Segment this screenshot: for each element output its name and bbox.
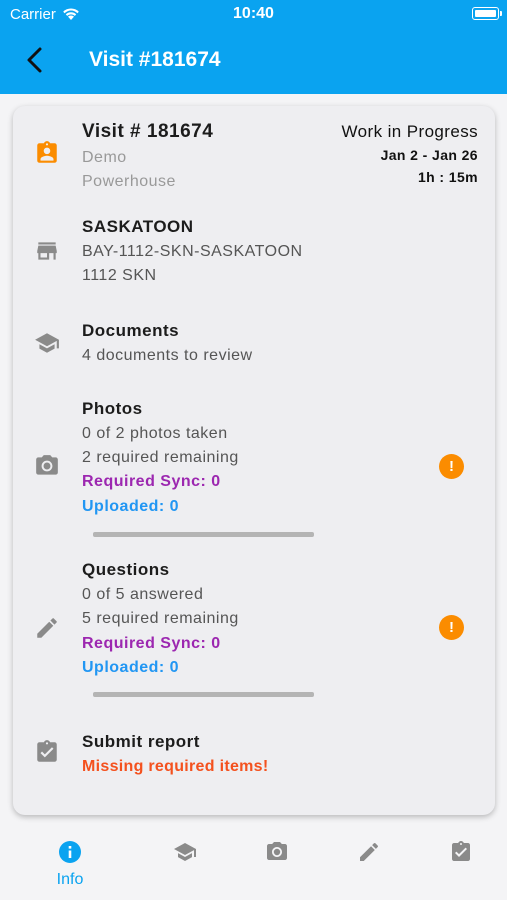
photos-warning-icon: ! <box>439 454 464 479</box>
school-icon[interactable] <box>34 330 60 356</box>
pencil-icon <box>360 842 379 861</box>
visit-dates: Jan 2 - Jan 26 <box>380 147 478 163</box>
questions-required-sync: Required Sync: 0 <box>82 635 221 652</box>
tab-documents[interactable] <box>145 828 225 900</box>
tab-photos[interactable] <box>237 828 317 900</box>
documents-summary: 4 documents to review <box>82 347 253 364</box>
back-button[interactable] <box>22 46 50 74</box>
camera-icon <box>267 842 287 860</box>
clipboard-check-icon <box>452 841 470 861</box>
camera-icon[interactable] <box>34 453 60 479</box>
status-bar: Carrier 10:40 <box>0 0 507 30</box>
visit-status: Work in Progress <box>341 122 478 141</box>
tab-questions[interactable] <box>329 828 409 900</box>
info-icon <box>59 841 81 863</box>
client-name-line1: Demo <box>82 149 127 166</box>
photos-uploaded: Uploaded: 0 <box>82 498 180 515</box>
pencil-icon[interactable] <box>34 615 60 641</box>
tab-info-label: Info <box>56 871 84 888</box>
visit-duration: 1h : 15m <box>418 169 478 185</box>
battery-icon <box>472 7 502 20</box>
questions-warning-icon: ! <box>439 615 464 640</box>
location-line2: 1112 SKN <box>82 267 157 284</box>
visit-title: Visit # 181674 <box>82 121 214 142</box>
store-icon[interactable] <box>34 238 60 264</box>
location-line1: BAY-1112-SKN-SASKATOON <box>82 243 303 260</box>
questions-answered: 0 of 5 answered <box>82 586 204 603</box>
documents-title[interactable]: Documents <box>82 321 179 341</box>
school-icon <box>174 843 196 861</box>
bottom-tab-bar: Info <box>0 828 507 900</box>
app-header: Carrier 10:40 Visit #181674 <box>0 0 507 94</box>
badge-icon <box>37 141 57 163</box>
questions-required-remaining: 5 required remaining <box>82 610 239 627</box>
submit-missing-items: Missing required items! <box>82 758 269 775</box>
clipboard-check-icon[interactable] <box>34 739 60 765</box>
questions-uploaded: Uploaded: 0 <box>82 659 180 676</box>
photos-taken: 0 of 2 photos taken <box>82 425 228 442</box>
photos-title[interactable]: Photos <box>82 399 143 419</box>
photos-progress-bar <box>93 532 314 537</box>
photos-required-sync: Required Sync: 0 <box>82 473 221 490</box>
photos-required-remaining: 2 required remaining <box>82 449 239 466</box>
questions-title[interactable]: Questions <box>82 560 170 580</box>
location-title: SASKATOON <box>82 217 194 236</box>
tab-submit[interactable] <box>421 828 501 900</box>
submit-report-title[interactable]: Submit report <box>82 732 200 752</box>
page-title: Visit #181674 <box>89 48 221 71</box>
questions-progress-bar <box>93 692 314 697</box>
client-name-line2: Powerhouse <box>82 173 176 190</box>
status-time: 10:40 <box>233 5 274 22</box>
tab-info[interactable]: Info <box>30 828 110 900</box>
